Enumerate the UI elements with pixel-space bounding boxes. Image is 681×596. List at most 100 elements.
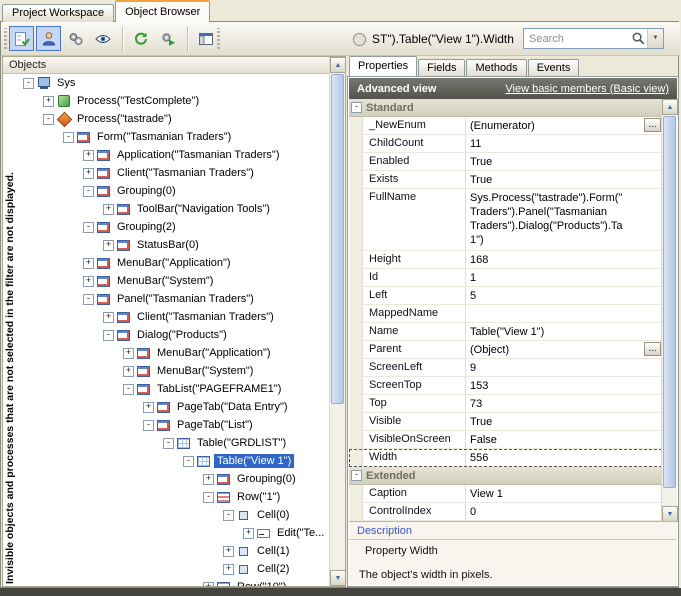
tree-item-label[interactable]: PageTab("List") (174, 418, 256, 432)
collapse-icon[interactable]: - (351, 470, 362, 481)
tree-item[interactable]: -Form("Tasmanian Traders") (19, 128, 330, 146)
refresh-button[interactable] (128, 26, 153, 51)
expand-icon[interactable]: + (43, 96, 54, 107)
collapse-icon[interactable]: - (163, 438, 174, 449)
tree-item[interactable]: - Process("tastrade") (19, 110, 330, 128)
property-row[interactable]: ChildCount11 (349, 135, 662, 153)
expand-icon[interactable]: + (143, 402, 154, 413)
property-row[interactable]: NameTable("View 1") (349, 323, 662, 341)
tab-properties[interactable]: Properties (349, 56, 417, 76)
highlight-on-screen-button[interactable] (36, 26, 61, 51)
basic-view-link[interactable]: View basic members (Basic view) (505, 83, 669, 95)
tree-item-label[interactable]: Client("Tasmanian Traders") (114, 166, 257, 180)
toolbar-grip-2[interactable] (217, 28, 220, 49)
tab-events[interactable]: Events (528, 59, 580, 76)
expand-icon[interactable]: + (203, 474, 214, 485)
expand-icon[interactable]: + (83, 258, 94, 269)
tree-item[interactable]: + MenuBar("Application") (19, 254, 330, 272)
tree-item-label[interactable]: Row("10") (234, 580, 289, 586)
tree-item-label[interactable]: Table("GRDLIST") (194, 436, 289, 450)
tab-project-workspace[interactable]: Project Workspace (2, 4, 114, 22)
grid-scrollbar[interactable] (661, 99, 677, 522)
property-row[interactable]: Parent(Object)... (349, 341, 662, 359)
collapse-icon[interactable]: - (123, 384, 134, 395)
tree-item[interactable]: + Process("TestComplete") (19, 92, 330, 110)
ellipsis-button[interactable]: ... (644, 118, 661, 132)
tree-item[interactable]: - PageTab("List") (19, 416, 330, 434)
scroll-down-icon[interactable] (662, 506, 678, 522)
tree-item-label[interactable]: Table("View 1") (214, 454, 294, 468)
tree-item-label[interactable]: Process("TestComplete") (74, 94, 202, 108)
tab-methods[interactable]: Methods (466, 59, 526, 76)
tree-item[interactable]: - Table("View 1") (19, 452, 330, 470)
property-value[interactable]: True (466, 171, 662, 188)
tree-item-label[interactable]: Cell(1) (254, 544, 292, 558)
tree-item[interactable]: +StatusBar(0) (19, 236, 330, 254)
tree-item-label[interactable]: Grouping(0) (234, 472, 299, 486)
tree-item[interactable]: +Client("Tasmanian Traders") (19, 164, 330, 182)
property-value[interactable]: Sys.Process("tastrade").Form(" Traders")… (466, 189, 662, 250)
tree-item-label[interactable]: Grouping(0) (114, 184, 179, 198)
tree-item-label[interactable]: MenuBar("Application") (114, 256, 234, 270)
collapse-icon[interactable]: - (143, 420, 154, 431)
property-row[interactable]: Height168 (349, 251, 662, 269)
property-row[interactable]: Left5 (349, 287, 662, 305)
search-box[interactable]: Search (523, 28, 664, 49)
property-value[interactable]: (Enumerator)... (466, 117, 662, 134)
tree-item-label[interactable]: PageTab("Data Entry") (174, 400, 291, 414)
property-row[interactable]: Top73 (349, 395, 662, 413)
property-value[interactable]: 168 (466, 251, 662, 268)
property-row[interactable]: ScreenTop153 (349, 377, 662, 395)
property-row[interactable]: ExistsTrue (349, 171, 662, 189)
tree-item[interactable]: +ToolBar("Navigation Tools") (19, 200, 330, 218)
tree-item-label[interactable]: Panel("Tasmanian Traders") (114, 292, 257, 306)
scroll-up-icon[interactable] (330, 57, 346, 73)
collapse-icon[interactable]: - (103, 330, 114, 341)
property-value[interactable]: 9 (466, 359, 662, 376)
property-row[interactable]: FullNameSys.Process("tastrade").Form(" T… (349, 189, 662, 251)
view-filter-button[interactable] (90, 26, 115, 51)
property-row[interactable]: Width556 (349, 449, 662, 467)
tree-item[interactable]: -Grouping(0) (19, 182, 330, 200)
tree-item[interactable]: +Client("Tasmanian Traders") (19, 308, 330, 326)
property-value[interactable]: 153 (466, 377, 662, 394)
tree-item[interactable]: -Row("1") (19, 488, 330, 506)
tree-item-label[interactable]: ToolBar("Navigation Tools") (134, 202, 273, 216)
section-header-extended[interactable]: -Extended (349, 467, 662, 485)
expand-icon[interactable]: + (243, 528, 254, 539)
tree-item-label[interactable]: Form("Tasmanian Traders") (94, 130, 234, 144)
property-value[interactable]: 73 (466, 395, 662, 412)
collapse-icon[interactable]: - (43, 114, 54, 125)
property-value[interactable]: 0 (466, 503, 662, 520)
tree-item-label[interactable]: Process("tastrade") (74, 112, 175, 126)
property-row[interactable]: ControlIndex0 (349, 503, 662, 521)
expand-icon[interactable]: + (83, 150, 94, 161)
search-input[interactable]: Search (524, 33, 629, 45)
tree-item[interactable]: +MenuBar("System") (19, 362, 330, 380)
process-actions-button[interactable] (155, 26, 180, 51)
property-value[interactable]: False (466, 431, 662, 448)
collapse-icon[interactable]: - (183, 456, 194, 467)
property-value[interactable]: View 1 (466, 485, 662, 502)
grid-scrollbar-thumb[interactable] (663, 116, 676, 488)
property-value[interactable]: True (466, 153, 662, 170)
object-browser-settings-button[interactable] (63, 26, 88, 51)
property-row[interactable]: MappedName (349, 305, 662, 323)
field-checklist-button[interactable] (9, 26, 34, 51)
tree-item[interactable]: + Application("Tasmanian Traders") (19, 146, 330, 164)
tree-item-label[interactable]: Client("Tasmanian Traders") (134, 310, 277, 324)
tree-item[interactable]: +MenuBar("System") (19, 272, 330, 290)
tree-item[interactable]: +Cell(2) (19, 560, 330, 578)
property-value[interactable] (466, 305, 662, 322)
tree-item[interactable]: +Row("10") (19, 578, 330, 586)
toolbar-grip[interactable] (4, 28, 7, 49)
property-value[interactable]: 556 (466, 449, 662, 466)
property-row[interactable]: CaptionView 1 (349, 485, 662, 503)
collapse-icon[interactable]: - (23, 78, 34, 89)
collapse-icon[interactable]: - (203, 492, 214, 503)
ellipsis-button[interactable]: ... (644, 342, 661, 356)
collapse-icon[interactable]: - (83, 294, 94, 305)
property-value[interactable]: 5 (466, 287, 662, 304)
tree-item-label[interactable]: Application("Tasmanian Traders") (114, 148, 283, 162)
scroll-up-icon[interactable] (662, 99, 678, 115)
